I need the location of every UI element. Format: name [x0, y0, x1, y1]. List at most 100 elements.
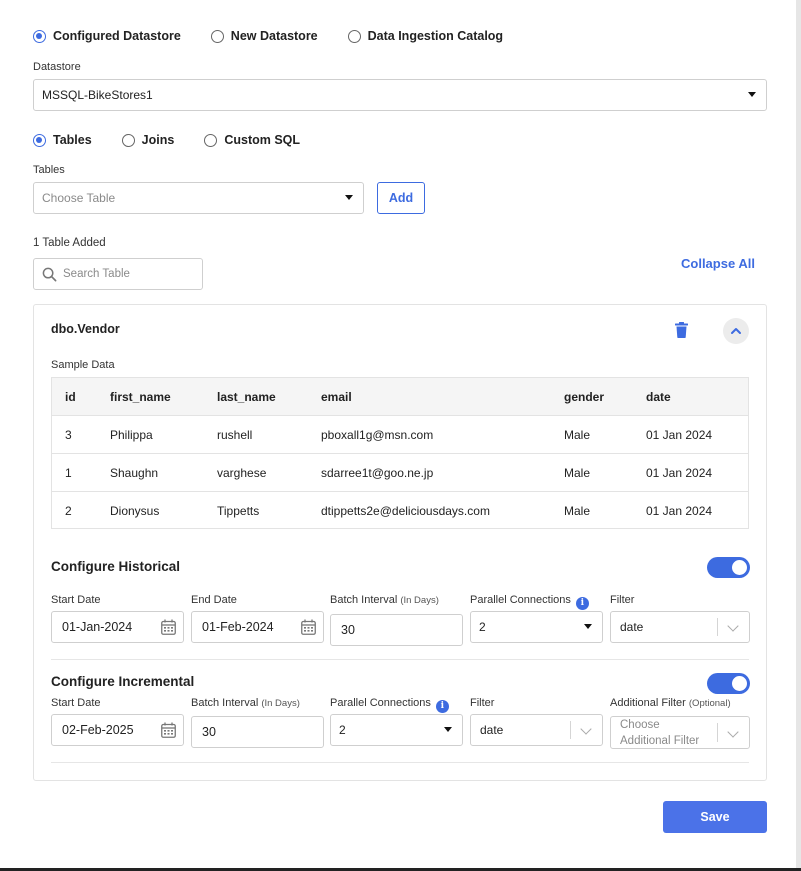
incremental-start-date-label: Start Date — [51, 697, 101, 709]
batch-label-text: Batch Interval — [330, 594, 398, 606]
caret-down-icon — [584, 624, 592, 629]
table-header-row: id first_name last_name email gender dat… — [52, 378, 748, 416]
additional-filter-placeholder-line2: Additional Filter — [620, 735, 700, 747]
radio-label: Custom SQL — [224, 133, 301, 147]
collapse-card-button[interactable] — [723, 318, 749, 344]
radio-label: Tables — [53, 133, 92, 147]
incremental-filter-select[interactable]: date — [470, 714, 603, 746]
table-cell: rushell — [217, 428, 253, 442]
table-row: 2 Dionysus Tippetts dtippetts2e@deliciou… — [52, 492, 748, 530]
incremental-filter-label: Filter — [470, 697, 495, 709]
datastore-select[interactable]: MSSQL-BikeStores1 — [33, 79, 767, 111]
incremental-toggle[interactable] — [707, 673, 750, 694]
chevron-down-icon — [727, 620, 739, 632]
radio-configured-datastore[interactable]: Configured Datastore — [33, 29, 181, 43]
incremental-parallel-select[interactable]: 2 — [330, 714, 463, 746]
window-edge — [796, 0, 801, 871]
column-header-date: date — [646, 390, 671, 404]
incremental-title: Configure Incremental — [51, 674, 195, 689]
incremental-parallel-value: 2 — [339, 723, 346, 737]
table-cell: 2 — [65, 504, 72, 518]
historical-end-date-value: 01-Feb-2024 — [202, 620, 274, 634]
search-table-input[interactable]: Search Table — [33, 258, 203, 290]
additional-filter-note: (Optional) — [688, 698, 731, 709]
table-cell: Male — [564, 466, 591, 480]
column-header-email: email — [321, 390, 352, 404]
add-table-button[interactable]: Add — [377, 182, 425, 214]
radio-label: Data Ingestion Catalog — [367, 29, 504, 43]
radio-label: New Datastore — [230, 29, 318, 43]
radio-data-ingestion-catalog[interactable]: Data Ingestion Catalog — [347, 29, 504, 43]
table-cell: Male — [564, 428, 591, 442]
query-mode-radio-group: Tables Joins Custom SQL — [33, 133, 330, 147]
info-icon[interactable]: i — [435, 700, 449, 713]
table-cell: 01 Jan 2024 — [646, 504, 713, 518]
historical-parallel-value: 2 — [479, 620, 486, 634]
additional-filter-label-text: Additional Filter — [610, 697, 686, 709]
datastore-value: MSSQL-BikeStores1 — [42, 88, 153, 102]
radio-dot — [210, 29, 224, 43]
sample-data-table: id first_name last_name email gender dat… — [51, 377, 749, 529]
incremental-batch-value: 30 — [202, 725, 216, 739]
table-row: 1 Shaughn varghese sdarree1t@goo.ne.jp M… — [52, 454, 748, 492]
table-cell: Male — [564, 504, 591, 518]
info-icon[interactable]: i — [575, 597, 589, 610]
table-cell: Philippa — [110, 428, 153, 442]
save-button[interactable]: Save — [663, 801, 767, 833]
radio-dot — [347, 29, 361, 43]
historical-start-date-label: Start Date — [51, 594, 101, 606]
caret-down-icon — [444, 727, 452, 732]
radio-new-datastore[interactable]: New Datastore — [210, 29, 318, 43]
historical-batch-interval-input[interactable]: 30 — [330, 614, 463, 646]
source-radio-group: Configured Datastore New Datastore Data … — [33, 29, 533, 43]
table-row: 3 Philippa rushell pboxall1g@msn.com Mal… — [52, 416, 748, 454]
incremental-batch-interval-input[interactable]: 30 — [191, 716, 324, 748]
column-header-last-name: last_name — [217, 390, 276, 404]
radio-dot — [204, 133, 218, 147]
radio-joins[interactable]: Joins — [121, 133, 174, 147]
section-divider — [51, 659, 749, 660]
historical-parallel-select[interactable]: 2 — [470, 611, 603, 643]
choose-table-select[interactable]: Choose Table — [33, 182, 364, 214]
batch-unit-text: (In Days) — [261, 698, 300, 709]
trash-icon[interactable] — [675, 322, 688, 338]
calendar-icon — [161, 619, 176, 635]
collapse-all-link[interactable]: Collapse All — [681, 256, 755, 271]
table-cell: sdarree1t@goo.ne.jp — [321, 466, 434, 480]
incremental-start-date-input[interactable]: 02-Feb-2025 — [51, 714, 184, 746]
historical-filter-label: Filter — [610, 594, 635, 606]
dropdown-separator — [717, 723, 718, 742]
caret-down-icon — [345, 195, 353, 200]
dropdown-separator — [717, 618, 718, 636]
table-cell: 1 — [65, 466, 72, 480]
historical-end-date-input[interactable]: 01-Feb-2024 — [191, 611, 324, 643]
additional-filter-select[interactable]: Choose Additional Filter — [610, 716, 750, 749]
historical-title: Configure Historical — [51, 559, 181, 574]
additional-filter-label: Additional Filter (Optional) — [610, 697, 731, 709]
historical-start-date-input[interactable]: 01-Jan-2024 — [51, 611, 184, 643]
table-name: dbo.Vendor — [51, 322, 120, 336]
chevron-down-icon — [580, 723, 592, 735]
historical-filter-select[interactable]: date — [610, 611, 750, 643]
parallel-label-text: Parallel Connections — [330, 697, 431, 709]
table-cell: Dionysus — [110, 504, 160, 518]
radio-dot — [121, 133, 135, 147]
incremental-start-date-value: 02-Feb-2025 — [62, 723, 134, 737]
chevron-up-icon — [731, 328, 741, 334]
historical-start-date-value: 01-Jan-2024 — [62, 620, 133, 634]
table-cell: pboxall1g@msn.com — [321, 428, 434, 442]
historical-toggle[interactable] — [707, 557, 750, 578]
radio-custom-sql[interactable]: Custom SQL — [204, 133, 300, 147]
radio-dot — [33, 29, 46, 43]
sample-data-label: Sample Data — [51, 359, 115, 371]
section-divider — [51, 762, 749, 763]
parallel-label-text: Parallel Connections — [470, 594, 571, 606]
column-header-id: id — [65, 390, 76, 404]
additional-filter-placeholder-line1: Choose — [620, 719, 660, 731]
batch-label-text: Batch Interval — [191, 697, 259, 709]
radio-tables[interactable]: Tables — [33, 133, 92, 147]
table-cell: 01 Jan 2024 — [646, 466, 713, 480]
chevron-down-icon — [727, 725, 739, 738]
search-icon — [42, 267, 57, 281]
incremental-batch-label: Batch Interval (In Days) — [191, 697, 300, 709]
